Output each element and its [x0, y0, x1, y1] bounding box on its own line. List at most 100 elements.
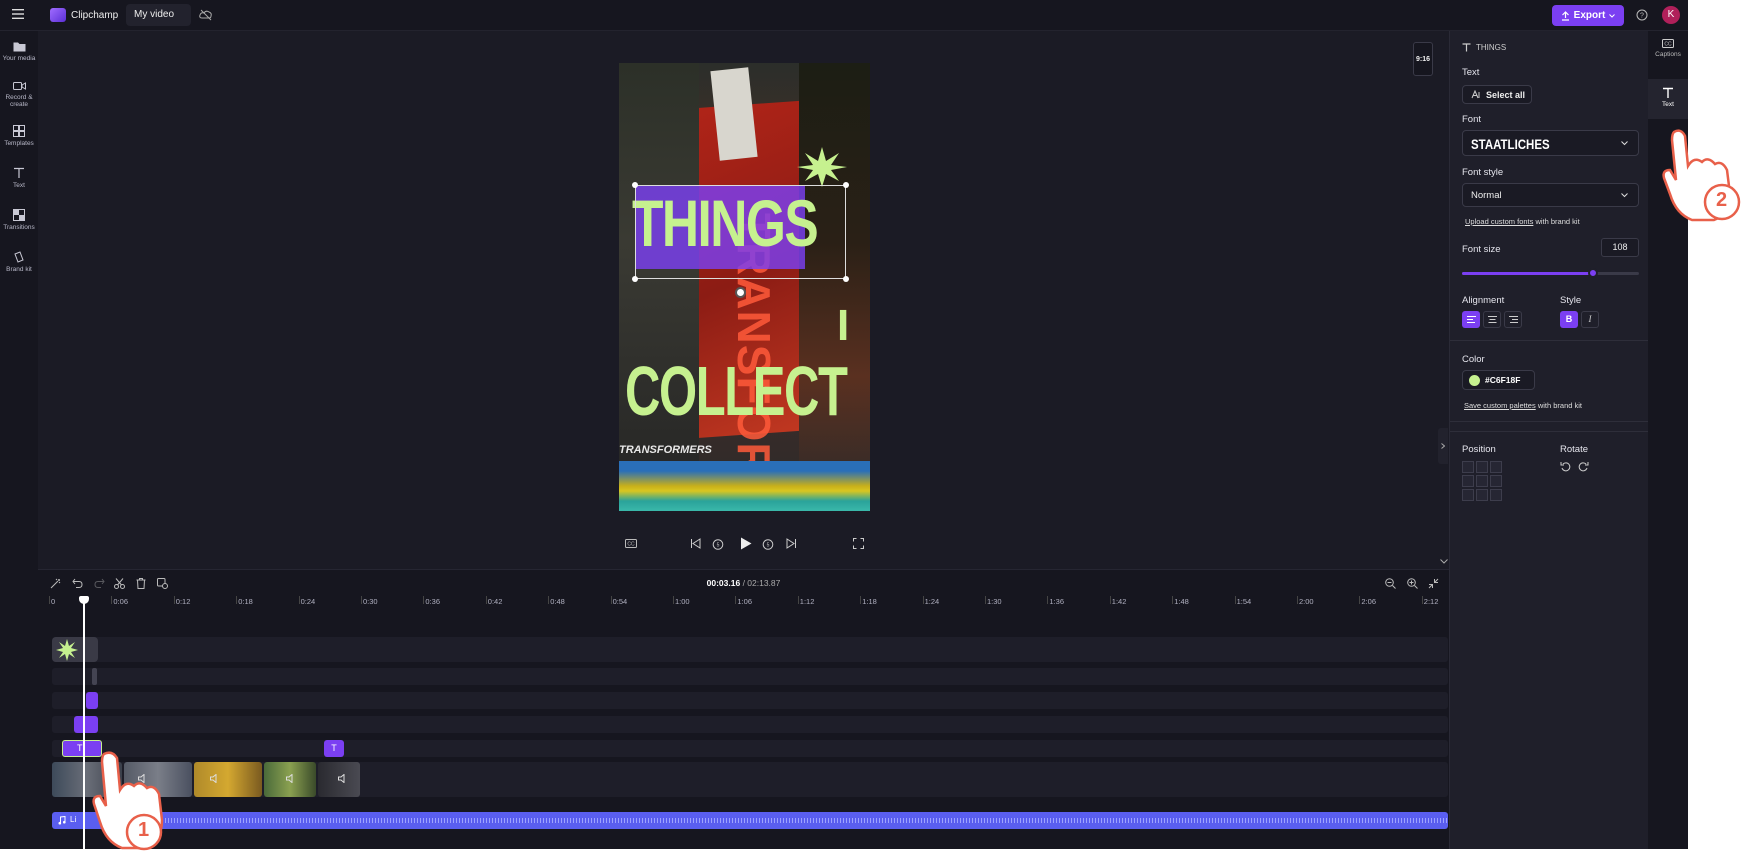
video-canvas[interactable]: TRANSFORMERS THINGS I COLLECT TRANSFORME…	[619, 63, 870, 511]
ruler-tick-mark	[548, 596, 550, 604]
font-size-slider[interactable]	[1462, 268, 1639, 278]
export-button[interactable]: Export	[1552, 5, 1624, 26]
skip-to-start-icon[interactable]	[690, 538, 701, 549]
time-display: 00:03.16 / 02:13.87	[38, 578, 1449, 588]
text-clip[interactable]: T	[324, 740, 344, 757]
zoom-out-icon[interactable]	[1385, 578, 1396, 589]
ruler-tick-mark	[1109, 596, 1111, 604]
resize-handle[interactable]	[843, 276, 849, 282]
project-name-field[interactable]: My video	[126, 4, 191, 26]
collapse-right-panel-button[interactable]	[1438, 428, 1448, 464]
position-cell[interactable]	[1476, 461, 1488, 473]
font-dropdown[interactable]: STAATLICHES	[1462, 130, 1639, 156]
save-custom-palettes-link[interactable]: Save custom palettes	[1464, 401, 1536, 410]
position-cell[interactable]	[1490, 475, 1502, 487]
alignment-label: Alignment	[1462, 295, 1505, 306]
sidebar-item-your-media[interactable]: Your media	[0, 41, 38, 62]
text-clip[interactable]	[86, 692, 98, 709]
sidebar-item-brand-kit[interactable]: Brand kit	[0, 251, 38, 273]
position-cell[interactable]	[1490, 461, 1502, 473]
position-cell[interactable]	[1476, 475, 1488, 487]
resize-handle[interactable]	[632, 182, 638, 188]
sticker-track[interactable]	[52, 637, 1448, 662]
pointing-hand-annotation-1: 1	[84, 750, 174, 854]
aspect-ratio-button[interactable]: 9:16	[1413, 42, 1433, 76]
ruler-tick-label: 2:00	[1299, 597, 1314, 606]
ruler-tick-mark	[111, 596, 113, 604]
resize-handle[interactable]	[843, 182, 849, 188]
position-cell[interactable]	[1476, 489, 1488, 501]
upload-custom-fonts-link[interactable]: Upload custom fonts	[1465, 217, 1533, 226]
text-properties-panel: THINGS Text Select all Font STAATLICHES …	[1449, 31, 1649, 849]
font-size-field[interactable]: 108	[1601, 238, 1639, 257]
color-picker-button[interactable]: #C6F18F	[1462, 370, 1535, 390]
slider-thumb[interactable]	[1587, 268, 1598, 278]
app-name: Clipchamp	[71, 10, 119, 21]
text-clip[interactable]	[74, 716, 98, 733]
video-clip[interactable]	[194, 762, 262, 797]
upload-fonts-row: Upload custom fonts with brand kit	[1465, 217, 1580, 226]
resize-handle[interactable]	[632, 276, 638, 282]
forward-5s-icon[interactable]: 5	[762, 538, 774, 550]
collapse-preview-icon[interactable]	[1440, 559, 1448, 564]
skip-to-end-icon[interactable]	[786, 538, 797, 549]
align-center-button[interactable]	[1483, 311, 1501, 328]
box-shape	[799, 63, 870, 511]
divider	[1450, 431, 1649, 432]
save-suffix: with brand kit	[1537, 401, 1582, 410]
chevron-right-icon	[1441, 443, 1445, 449]
fit-timeline-icon[interactable]	[1428, 578, 1439, 589]
sidebar-item-templates[interactable]: Templates	[0, 125, 38, 147]
captions-tab[interactable]: CC Captions	[1648, 39, 1688, 58]
track-row[interactable]	[52, 716, 1448, 733]
avatar[interactable]: K	[1662, 6, 1680, 24]
help-icon[interactable]: ?	[1636, 9, 1648, 21]
position-cell[interactable]	[1462, 475, 1474, 487]
sidebar-item-transitions[interactable]: Transitions	[0, 209, 38, 231]
poster-text: TRANSFORMERS	[619, 444, 712, 456]
select-all-button[interactable]: Select all	[1462, 85, 1532, 104]
position-cell[interactable]	[1490, 489, 1502, 501]
captions-toggle-icon[interactable]: CC	[625, 539, 637, 548]
position-cell[interactable]	[1462, 461, 1474, 473]
export-label: Export	[1573, 10, 1606, 21]
cloud-sync-off-icon[interactable]	[199, 9, 213, 21]
small-clip[interactable]	[92, 668, 97, 685]
position-grid[interactable]	[1462, 461, 1507, 506]
zoom-in-icon[interactable]	[1407, 578, 1418, 589]
chevron-down-icon	[1621, 141, 1628, 146]
rotate-left-icon[interactable]	[1560, 461, 1572, 473]
bold-button[interactable]: B	[1560, 311, 1578, 328]
align-right-button[interactable]	[1504, 311, 1522, 328]
play-icon[interactable]	[740, 537, 752, 550]
mute-icon	[338, 774, 348, 783]
audio-clip[interactable]: Li	[52, 812, 1448, 829]
track-row[interactable]	[52, 668, 1448, 685]
chevron-down-icon	[1621, 193, 1628, 198]
text-track[interactable]	[52, 740, 1448, 757]
ruler-tick-label: 0:06	[113, 597, 128, 606]
sidebar-item-record-create[interactable]: Record & create	[0, 81, 38, 108]
track-row[interactable]	[52, 692, 1448, 709]
overlay-text-collect[interactable]: COLLECT	[625, 353, 848, 429]
timeline-ruler[interactable]: 0 0:06 0:12 0:18 0:24 0:30 0:36 0:42 0:48 0:54 1:0…	[38, 596, 1449, 610]
ruler-tick-label: 1:36	[1049, 597, 1064, 606]
hamburger-menu-icon[interactable]	[12, 9, 24, 19]
panel-header: THINGS	[1476, 43, 1507, 52]
font-style-dropdown[interactable]: Normal	[1462, 183, 1639, 207]
text-tab[interactable]: Text	[1648, 79, 1688, 119]
rotate-handle-icon[interactable]	[735, 287, 746, 298]
rotate-right-icon[interactable]	[1577, 461, 1589, 473]
sticker-clip[interactable]	[52, 637, 98, 662]
text-tab-label: Text	[1662, 101, 1674, 108]
overlay-text-i[interactable]: I	[837, 301, 849, 351]
aspect-ratio-label: 9:16	[1415, 56, 1430, 63]
text-selection-box[interactable]	[635, 185, 846, 279]
italic-button[interactable]: I	[1581, 311, 1599, 328]
rewind-5s-icon[interactable]: 5	[712, 538, 724, 550]
position-cell[interactable]	[1462, 489, 1474, 501]
sidebar-item-text[interactable]: Text	[0, 167, 38, 189]
ruler-tick-label: 0:54	[612, 597, 628, 606]
fullscreen-icon[interactable]	[853, 538, 864, 549]
align-left-button[interactable]	[1462, 311, 1480, 328]
